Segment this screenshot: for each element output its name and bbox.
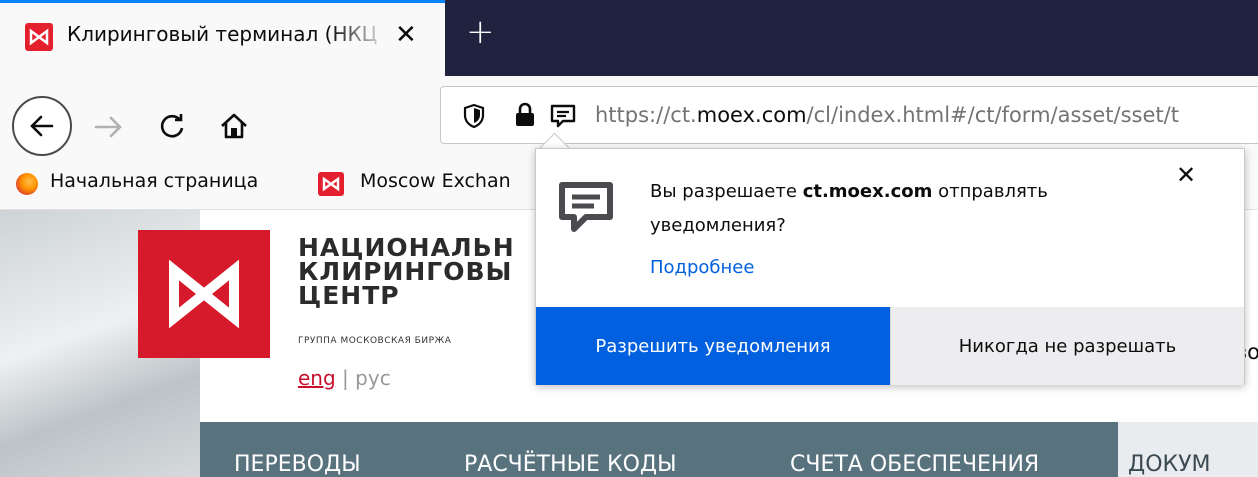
url-bar[interactable]: https://ct.moex.com/cl/index.html#/ct/fo… — [440, 86, 1258, 144]
back-button[interactable] — [12, 96, 72, 156]
moex-favicon-icon — [25, 23, 53, 51]
firefox-icon — [16, 173, 38, 195]
url-suffix: /cl/index.html#/ct/form/asset/sset/t — [806, 103, 1179, 127]
logo-line-3: ЦЕНТР — [298, 281, 400, 310]
never-allow-button[interactable]: Никогда не разрешать — [890, 307, 1244, 385]
menu-item-transfers[interactable]: ПЕРЕВОДЫ — [234, 452, 361, 477]
logo-title: НАЦИОНАЛЬН КЛИРИНГОВЫ ЦЕНТР — [298, 235, 515, 310]
logo-subtitle: ГРУППА МОСКОВСКАЯ БИРЖА — [298, 336, 452, 346]
url-text[interactable]: https://ct.moex.com/cl/index.html#/ct/fo… — [595, 103, 1179, 127]
menu-item-settlement-codes[interactable]: РАСЧЁТНЫЕ КОДЫ — [464, 452, 676, 477]
popup-message-prefix: Вы разрешаете — [650, 181, 797, 202]
lang-eng-link[interactable]: eng — [298, 366, 336, 390]
menu-item-documents[interactable]: ДОКУМ — [1128, 452, 1211, 477]
lang-rus[interactable]: рус — [355, 366, 391, 390]
url-domain: moex.com — [696, 103, 807, 127]
allow-notifications-button[interactable]: Разрешить уведомления — [536, 307, 890, 385]
tab-title-fade — [330, 17, 390, 57]
notification-permission-icon[interactable] — [549, 102, 577, 130]
tab-close-icon[interactable]: ✕ — [395, 17, 417, 53]
bookmark-start-page[interactable]: Начальная страница — [50, 170, 258, 192]
popup-domain: ct.moex.com — [802, 181, 933, 202]
notification-permission-popup: Вы разрешаете ct.moex.com отправлять уве… — [535, 148, 1245, 385]
browser-tab[interactable]: Клиринговый терминал (НКЦ ✕ — [0, 0, 445, 76]
reload-icon[interactable] — [156, 110, 188, 142]
language-switcher: eng | рус — [298, 366, 391, 390]
lang-separator: | — [342, 366, 349, 390]
new-tab-button[interactable]: + — [466, 14, 495, 50]
home-icon[interactable] — [218, 110, 250, 142]
tracking-shield-icon[interactable] — [463, 103, 485, 129]
menu-item-collateral-accounts[interactable]: СЧЕТА ОБЕСПЕЧЕНИЯ — [790, 452, 1039, 477]
nkc-logo-icon[interactable] — [138, 230, 270, 358]
tab-strip: Клиринговый терминал (НКЦ ✕ + — [0, 0, 1258, 76]
back-arrow-icon — [30, 115, 54, 137]
bookmark-moscow-exchange[interactable]: Moscow Exchan — [360, 170, 511, 192]
notification-bubble-icon — [559, 182, 613, 232]
moex-icon — [318, 172, 344, 196]
popup-close-icon[interactable]: ✕ — [1176, 161, 1196, 189]
popup-message: Вы разрешаете ct.moex.com отправлять уве… — [650, 175, 1110, 243]
lock-icon[interactable] — [513, 102, 537, 128]
learn-more-link[interactable]: Подробнее — [650, 257, 754, 278]
url-prefix: https://ct. — [595, 103, 697, 127]
forward-arrow-icon[interactable] — [92, 112, 126, 142]
